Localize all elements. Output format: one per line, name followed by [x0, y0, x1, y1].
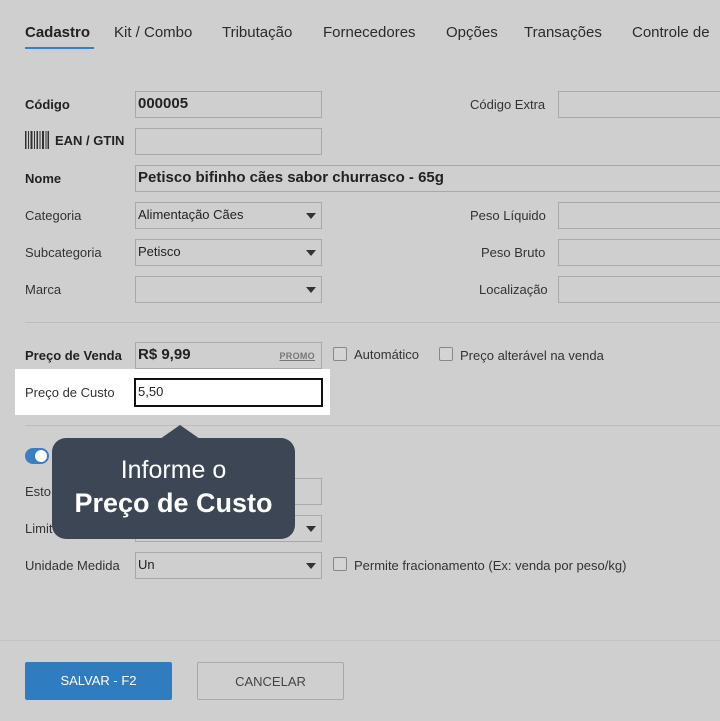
- subcategoria-select[interactable]: Petisco: [135, 239, 322, 266]
- tooltip-pointer: [160, 425, 200, 439]
- tab-opcoes[interactable]: Opções: [446, 24, 498, 41]
- cancel-button[interactable]: CANCELAR: [197, 662, 344, 700]
- chevron-down-icon: [306, 526, 316, 532]
- marca-select[interactable]: [135, 276, 322, 303]
- localizacao-label: Localização: [479, 282, 548, 297]
- tooltip-line1: Informe o: [120, 456, 227, 484]
- tab-tributacao[interactable]: Tributação: [222, 24, 292, 41]
- chevron-down-icon: [306, 287, 316, 293]
- section-divider: [25, 425, 720, 426]
- preco-alteravel-checkbox[interactable]: [439, 347, 453, 361]
- chevron-down-icon: [306, 250, 316, 256]
- chevron-down-icon: [306, 563, 316, 569]
- nome-field[interactable]: Petisco bifinho cães sabor churrasco - 6…: [135, 165, 720, 192]
- categoria-label: Categoria: [25, 208, 82, 223]
- unidade-value: Un: [138, 557, 155, 572]
- preco-alteravel-label: Preço alterável na venda: [460, 348, 604, 363]
- save-button[interactable]: SALVAR - F2: [25, 662, 172, 700]
- subcategoria-label: Subcategoria: [25, 245, 102, 260]
- tab-fornecedores[interactable]: Fornecedores: [323, 24, 416, 41]
- peso-liquido-field[interactable]: [558, 202, 720, 229]
- subcategoria-value: Petisco: [138, 244, 181, 259]
- promo-link[interactable]: PROMO: [279, 351, 315, 361]
- section-divider: [25, 322, 720, 323]
- preco-venda-value: R$ 9,99: [138, 346, 191, 363]
- marca-label: Marca: [25, 282, 62, 297]
- codigo-extra-label: Código Extra: [470, 97, 546, 112]
- automatico-checkbox[interactable]: [333, 347, 347, 361]
- unidade-label: Unidade Medida: [25, 558, 120, 573]
- preco-custo-label: Preço de Custo: [25, 385, 115, 400]
- localizacao-field[interactable]: [558, 276, 720, 303]
- categoria-value: Alimentação Cães: [138, 207, 244, 222]
- unidade-select[interactable]: Un: [135, 552, 322, 579]
- tab-cadastro[interactable]: Cadastro: [25, 24, 90, 41]
- nome-label: Nome: [25, 171, 62, 186]
- tooltip: Informe o Preço de Custo: [52, 438, 295, 539]
- estoque-label: Esto: [25, 484, 52, 499]
- tooltip-line2: Preço de Custo: [74, 488, 273, 518]
- barcode-icon: [25, 131, 49, 154]
- fracionamento-label: Permite fracionamento (Ex: venda por pes…: [354, 558, 627, 573]
- chevron-down-icon: [306, 213, 316, 219]
- ean-label: EAN / GTIN: [55, 133, 125, 148]
- codigo-label: Código: [25, 97, 70, 112]
- tab-kit-combo[interactable]: Kit / Combo: [114, 24, 192, 41]
- peso-bruto-label: Peso Bruto: [481, 245, 546, 260]
- preco-venda-label: Preço de Venda: [25, 348, 122, 363]
- active-tab-indicator: [25, 47, 94, 49]
- tab-controle[interactable]: Controle de: [632, 24, 710, 41]
- limite-label: Limit: [25, 521, 53, 536]
- tab-transacoes[interactable]: Transações: [524, 24, 602, 41]
- toggle-switch[interactable]: [25, 448, 49, 464]
- preco-venda-field[interactable]: R$ 9,99 PROMO: [135, 342, 322, 369]
- peso-liquido-label: Peso Líquido: [470, 208, 546, 223]
- codigo-field[interactable]: 000005: [135, 91, 322, 118]
- preco-custo-field[interactable]: 5,50: [134, 378, 323, 407]
- fracionamento-checkbox[interactable]: [333, 557, 347, 571]
- peso-bruto-field[interactable]: [558, 239, 720, 266]
- automatico-label: Automático: [354, 347, 420, 362]
- codigo-extra-field[interactable]: [558, 91, 720, 118]
- categoria-select[interactable]: Alimentação Cães: [135, 202, 322, 229]
- ean-field[interactable]: [135, 128, 322, 155]
